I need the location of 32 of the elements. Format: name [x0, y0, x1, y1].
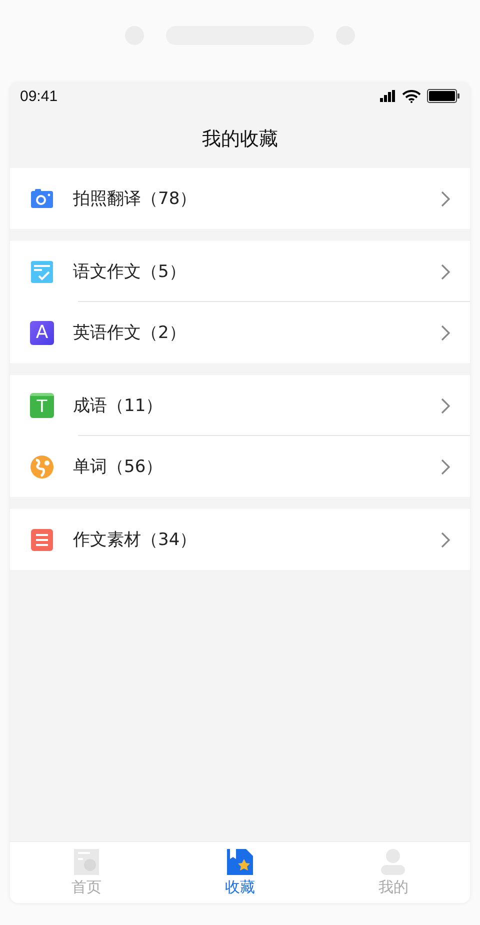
tab[interactable]: 收藏: [163, 842, 317, 903]
item-label: 英语作文（2）: [73, 322, 187, 344]
wifi-icon: [402, 90, 421, 102]
list-item[interactable]: A 英语作文（2）: [10, 302, 470, 363]
chevron-right-icon: [441, 264, 450, 280]
chevron-right-icon: [441, 532, 450, 548]
list-item[interactable]: 语文作文（5）: [10, 241, 470, 302]
list-icon: [30, 528, 54, 552]
bookmark-star-icon: [226, 848, 254, 876]
item-label: 语文作文（5）: [73, 261, 187, 283]
checklist-icon: [30, 260, 54, 284]
list-item[interactable]: 作文素材（34）: [10, 509, 470, 570]
status-time: 09:41: [20, 88, 58, 104]
letter-icon: A: [30, 320, 54, 344]
list-item[interactable]: 拍照翻译（78）: [10, 168, 470, 229]
list-item[interactable]: T 成语（11）: [10, 375, 470, 436]
letter-icon: T: [30, 393, 54, 418]
battery-icon: [427, 89, 460, 103]
chevron-right-icon: [441, 324, 450, 340]
globe-icon: [30, 454, 54, 478]
item-label: 作文素材（34）: [73, 529, 198, 551]
chevron-right-icon: [441, 398, 450, 414]
item-label: 成语（11）: [73, 395, 164, 417]
list-item[interactable]: 单词（56）: [10, 436, 470, 497]
camera-icon: [30, 186, 54, 210]
signal-icon: [380, 90, 396, 102]
item-label: 单词（56）: [73, 456, 164, 478]
item-label: 拍照翻译（78）: [73, 188, 198, 210]
document-search-icon: [72, 848, 101, 876]
chevron-right-icon: [441, 190, 450, 206]
page-title: 我的收藏: [201, 126, 279, 152]
chevron-right-icon: [441, 458, 450, 474]
